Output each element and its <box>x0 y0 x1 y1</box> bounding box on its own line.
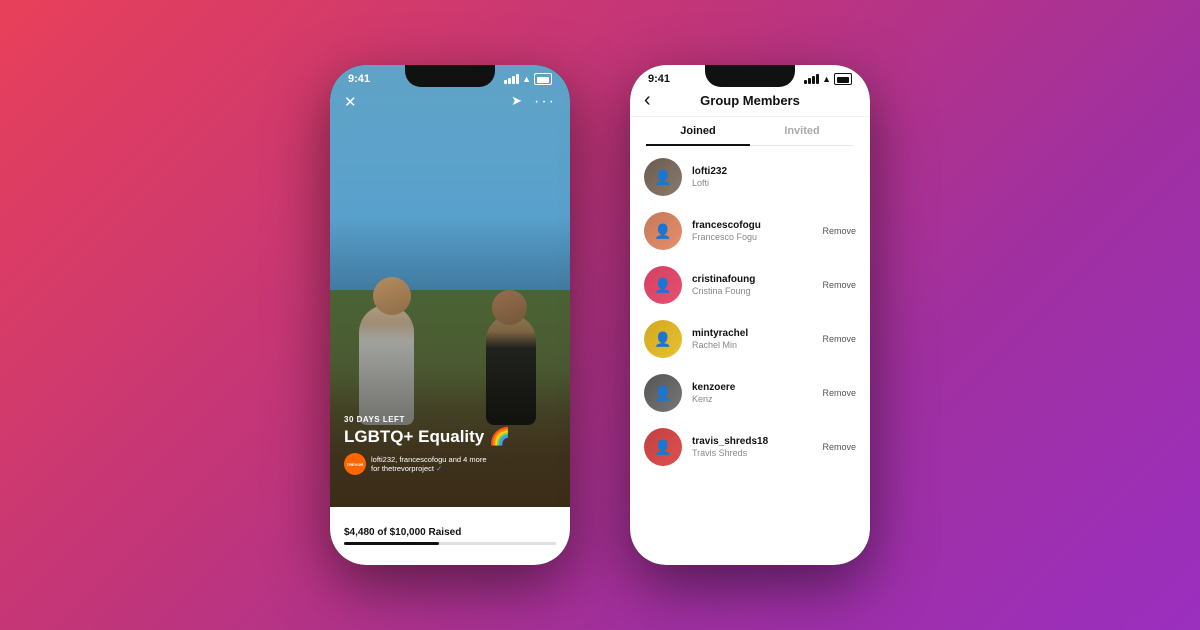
raised-bar: $4,480 of $10,000 Raised <box>344 527 556 545</box>
list-item: 👤 francescofogu Francesco Fogu Remove <box>630 204 870 258</box>
members-title: Group Members <box>646 93 854 108</box>
story-top-bar: ✕ ➤ ··· <box>330 93 570 111</box>
battery-icon <box>534 73 552 85</box>
member-username: travis_shreds18 <box>692 436 812 447</box>
avatar: 👤 <box>644 158 682 196</box>
campaign-title: LGBTQ+ Equality 🌈 <box>344 428 556 447</box>
list-item: 👤 lofti232 Lofti <box>630 150 870 204</box>
member-info: lofti232 Lofti <box>692 166 856 188</box>
raised-text: $4,480 of $10,000 Raised <box>344 527 556 538</box>
battery-icon-2 <box>834 73 852 85</box>
notch <box>405 65 495 87</box>
signal-icon-2 <box>804 74 819 84</box>
story-overlay <box>330 65 570 565</box>
trevor-badge: TREVOR <box>344 453 366 475</box>
list-item: 👤 mintyrachel Rachel Min Remove <box>630 312 870 366</box>
more-icon[interactable]: ··· <box>534 93 556 111</box>
phone-members: 9:41 ▲ ‹ Group Members Joine <box>630 65 870 565</box>
member-info: francescofogu Francesco Fogu <box>692 220 812 242</box>
member-info: mintyrachel Rachel Min <box>692 328 812 350</box>
campaign-meta: TREVOR lofti232, francescofogu and 4 mor… <box>344 453 556 475</box>
status-icons-2: ▲ <box>804 73 852 85</box>
remove-button[interactable]: Remove <box>822 280 856 290</box>
notch-2 <box>705 65 795 87</box>
remove-button[interactable]: Remove <box>822 442 856 452</box>
member-name: Lofti <box>692 178 856 188</box>
days-left-label: 30 DAYS LEFT <box>344 415 556 424</box>
member-name: Cristina Foung <box>692 286 812 296</box>
status-time-2: 9:41 <box>648 73 670 85</box>
member-info: kenzoere Kenz <box>692 382 812 404</box>
avatar: 👤 <box>644 320 682 358</box>
signal-icon <box>504 74 519 84</box>
avatar: 👤 <box>644 374 682 412</box>
close-icon[interactable]: ✕ <box>344 93 357 111</box>
campaign-meta-text: lofti232, francescofogu and 4 more <box>371 455 487 464</box>
remove-button[interactable]: Remove <box>822 388 856 398</box>
progress-bar-bg <box>344 542 556 545</box>
member-info: travis_shreds18 Travis Shreds <box>692 436 812 458</box>
org-text: for thetrevorproject <box>371 464 434 473</box>
send-icon[interactable]: ➤ <box>511 93 522 111</box>
avatar: 👤 <box>644 212 682 250</box>
rainbow-emoji: 🌈 <box>489 427 510 446</box>
members-list: 👤 lofti232 Lofti 👤 francescofogu Frances… <box>630 146 870 565</box>
tabs-row: Joined Invited <box>646 117 854 146</box>
status-icons: ▲ <box>504 73 552 85</box>
member-name: Travis Shreds <box>692 448 812 458</box>
verified-badge: ✓ <box>436 464 442 473</box>
remove-button[interactable]: Remove <box>822 226 856 236</box>
tab-invited[interactable]: Invited <box>750 117 854 145</box>
avatar: 👤 <box>644 266 682 304</box>
member-name: Kenz <box>692 394 812 404</box>
list-item: 👤 travis_shreds18 Travis Shreds Remove <box>630 420 870 474</box>
member-username: kenzoere <box>692 382 812 393</box>
member-username: francescofogu <box>692 220 812 231</box>
wifi-icon: ▲ <box>522 74 531 84</box>
list-item: 👤 kenzoere Kenz Remove <box>630 366 870 420</box>
member-username: lofti232 <box>692 166 856 177</box>
avatar: 👤 <box>644 428 682 466</box>
members-screen: 9:41 ▲ ‹ Group Members Joine <box>630 65 870 565</box>
status-time: 9:41 <box>348 73 370 85</box>
member-name: Francesco Fogu <box>692 232 812 242</box>
story-content: 30 DAYS LEFT LGBTQ+ Equality 🌈 TREVOR lo… <box>344 415 556 475</box>
member-name: Rachel Min <box>692 340 812 350</box>
members-header: ‹ Group Members <box>630 87 870 117</box>
progress-bar-fill <box>344 542 439 545</box>
story-photo <box>330 65 570 565</box>
member-username: cristinafoung <box>692 274 812 285</box>
phone-story: 9:41 ▲ ✕ ➤ ··· <box>330 65 570 565</box>
wifi-icon-2: ▲ <box>822 74 831 84</box>
member-info: cristinafoung Cristina Foung <box>692 274 812 296</box>
tab-joined[interactable]: Joined <box>646 117 750 145</box>
back-button[interactable]: ‹ <box>644 89 651 112</box>
member-username: mintyrachel <box>692 328 812 339</box>
story-screen: 9:41 ▲ ✕ ➤ ··· <box>330 65 570 565</box>
list-item: 👤 cristinafoung Cristina Foung Remove <box>630 258 870 312</box>
story-bottom: $4,480 of $10,000 Raised <box>330 507 570 565</box>
remove-button[interactable]: Remove <box>822 334 856 344</box>
